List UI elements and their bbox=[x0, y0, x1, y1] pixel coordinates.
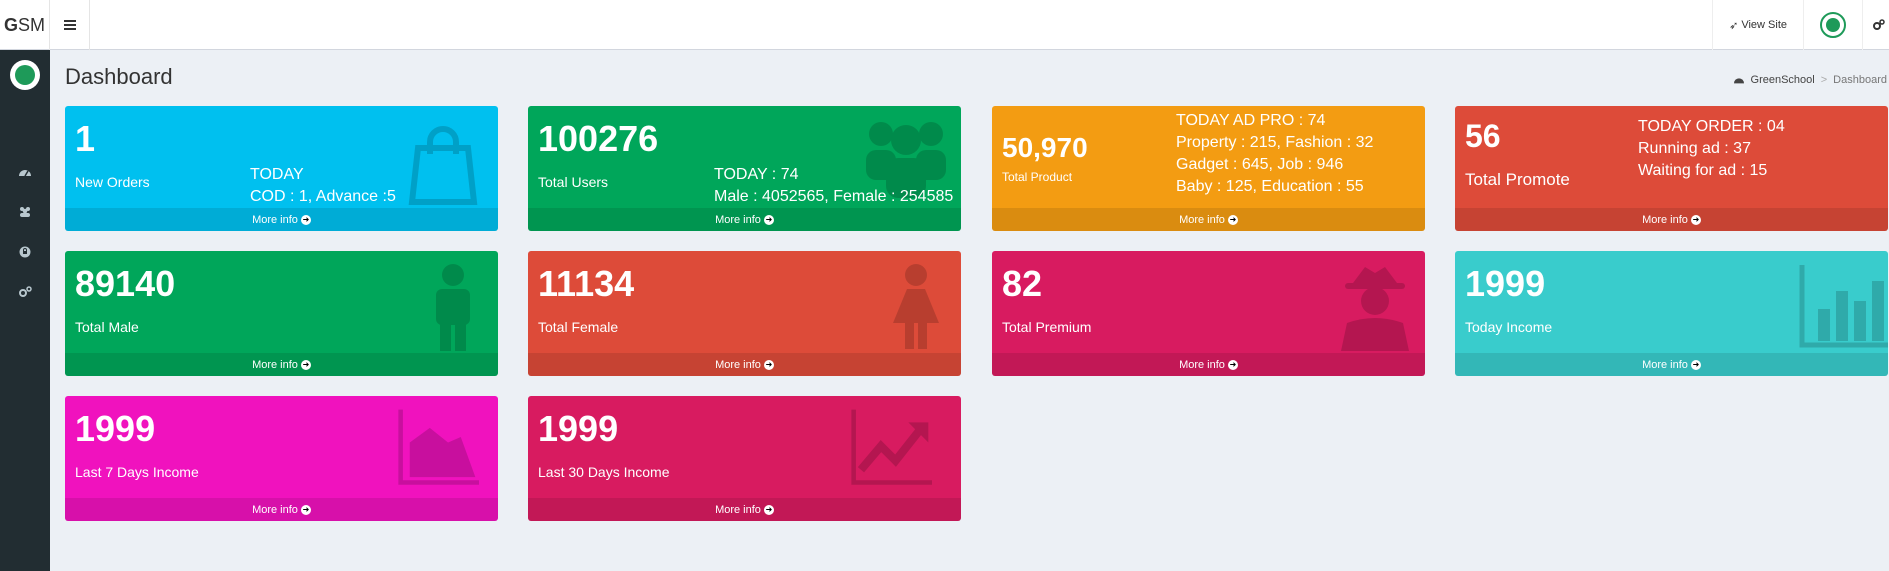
logo-rest: SM bbox=[18, 14, 45, 35]
stat-label: Total Premium bbox=[1002, 319, 1092, 335]
arrow-circle-right-icon: ➜ bbox=[300, 359, 311, 370]
stat-box-total-promote: 56 Total Promote TODAY ORDER : 04 Runnin… bbox=[1455, 106, 1888, 231]
cogs-icon[interactable] bbox=[17, 284, 33, 300]
arrow-circle-right-icon: ➜ bbox=[300, 504, 311, 515]
stat-number: 11134 bbox=[538, 263, 635, 304]
stat-label: Last 30 Days Income bbox=[538, 464, 670, 480]
stat-number: 100276 bbox=[538, 118, 659, 159]
more-info-link[interactable]: More info ➜ bbox=[1455, 353, 1888, 376]
sidebar-toggle-button[interactable] bbox=[50, 0, 90, 50]
stat-box-total-users: 100276 Total Users TODAY : 74 Male : 405… bbox=[528, 106, 961, 231]
more-info-link[interactable]: More info ➜ bbox=[1455, 208, 1888, 231]
top-header: G SM ➶ View Site bbox=[0, 0, 1889, 50]
stat-label: Today Income bbox=[1465, 319, 1553, 335]
more-info-link[interactable]: More info ➜ bbox=[528, 208, 961, 231]
navbar-right: ➶ View Site bbox=[1712, 0, 1889, 50]
stat-number: 82 bbox=[1002, 263, 1043, 304]
more-info-link[interactable]: More info ➜ bbox=[65, 353, 498, 376]
stat-box-total-female: 11134 Total Female More info ➜ bbox=[528, 251, 961, 376]
stat-number: 1999 bbox=[1465, 263, 1546, 304]
stat-extra: TODAY COD : 1, Advance :5 bbox=[250, 166, 396, 205]
stat-box-total-male: 89140 Total Male More info ➜ bbox=[65, 251, 498, 376]
stat-label: Total Male bbox=[75, 319, 139, 335]
stat-number: 1999 bbox=[538, 408, 619, 449]
area-chart-icon bbox=[398, 409, 479, 485]
view-site-link[interactable]: ➶ View Site bbox=[1712, 0, 1803, 50]
line-chart-icon bbox=[851, 409, 932, 485]
dashboard-icon[interactable] bbox=[17, 164, 33, 180]
more-info-link[interactable]: More info ➜ bbox=[992, 208, 1425, 231]
stat-label: Total Users bbox=[538, 174, 609, 190]
stat-extra: TODAY ORDER : 04 Running ad : 37 Waiting… bbox=[1638, 118, 1785, 179]
stat-box-total-premium: 82 Total Premium More info ➜ bbox=[992, 251, 1425, 376]
page-title: Dashboard bbox=[65, 64, 173, 89]
more-info-link[interactable]: More info ➜ bbox=[65, 208, 498, 231]
stat-extra: TODAY AD PRO : 74 Property : 215, Fashio… bbox=[1176, 112, 1374, 195]
view-site-label: View Site bbox=[1741, 19, 1787, 31]
stat-box-new-orders: 1 New Orders TODAY COD : 1, Advance :5 M… bbox=[65, 106, 498, 231]
shopping-bag-icon bbox=[408, 126, 478, 205]
arrow-circle-right-icon: ➜ bbox=[763, 359, 774, 370]
breadcrumb-active: Dashboard bbox=[1833, 74, 1887, 86]
stat-number: 56 bbox=[1465, 118, 1501, 154]
stat-number: 50,970 bbox=[1002, 132, 1088, 163]
arrow-circle-right-icon: ➜ bbox=[1227, 359, 1238, 370]
sidebar bbox=[0, 50, 50, 571]
rocket-icon: ➶ bbox=[1729, 19, 1739, 32]
arrow-circle-right-icon: ➜ bbox=[763, 214, 774, 225]
logo-bold: G bbox=[3, 14, 18, 35]
lock-icon[interactable] bbox=[17, 244, 33, 260]
stat-number: 1 bbox=[75, 118, 96, 159]
more-info-link[interactable]: More info ➜ bbox=[992, 353, 1425, 376]
avatar bbox=[1820, 12, 1846, 38]
stat-box-today-income: 1999 Today Income More info ➜ bbox=[1455, 251, 1888, 376]
stat-label: Total Female bbox=[538, 319, 619, 335]
breadcrumb: GreenSchool > Dashboard bbox=[1733, 74, 1887, 86]
user-secret-icon bbox=[1341, 267, 1409, 351]
stat-label: New Orders bbox=[75, 174, 150, 190]
settings-button[interactable] bbox=[1862, 0, 1889, 50]
hamburger-icon bbox=[63, 20, 76, 30]
male-icon bbox=[436, 264, 470, 351]
stat-box-total-product: 50,970 Total Product TODAY AD PRO : 74 P… bbox=[992, 106, 1425, 231]
more-info-link[interactable]: More info ➜ bbox=[65, 498, 498, 521]
stat-label: Total Promote bbox=[1465, 170, 1570, 189]
cogs-icon bbox=[1873, 19, 1885, 30]
stat-label: Last 7 Days Income bbox=[75, 464, 199, 480]
stat-box-last-30-days-income: 1999 Last 30 Days Income More info ➜ bbox=[528, 396, 961, 521]
arrow-circle-right-icon: ➜ bbox=[300, 214, 311, 225]
female-icon bbox=[893, 264, 939, 349]
bar-chart-icon bbox=[1799, 265, 1888, 348]
breadcrumb-home[interactable]: GreenSchool bbox=[1751, 74, 1815, 86]
logo[interactable]: G SM bbox=[0, 0, 50, 50]
user-menu[interactable] bbox=[1803, 0, 1862, 50]
sidebar-avatar bbox=[10, 60, 40, 90]
arrow-circle-right-icon: ➜ bbox=[1690, 214, 1701, 225]
arrow-circle-right-icon: ➜ bbox=[1690, 359, 1701, 370]
arrow-circle-right-icon: ➜ bbox=[1227, 214, 1238, 225]
stat-label: Total Product bbox=[1002, 170, 1073, 184]
dashboard-icon bbox=[1733, 78, 1744, 84]
stat-number: 89140 bbox=[75, 263, 176, 304]
more-info-link[interactable]: More info ➜ bbox=[528, 353, 961, 376]
users-icon[interactable] bbox=[17, 204, 33, 220]
more-info-link[interactable]: More info ➜ bbox=[528, 498, 961, 521]
stat-extra: TODAY : 74 Male : 4052565, Female : 2545… bbox=[714, 166, 954, 205]
arrow-circle-right-icon: ➜ bbox=[763, 504, 774, 515]
stat-box-last-7-days-income: 1999 Last 7 Days Income More info ➜ bbox=[65, 396, 498, 521]
stat-number: 1999 bbox=[75, 408, 156, 449]
